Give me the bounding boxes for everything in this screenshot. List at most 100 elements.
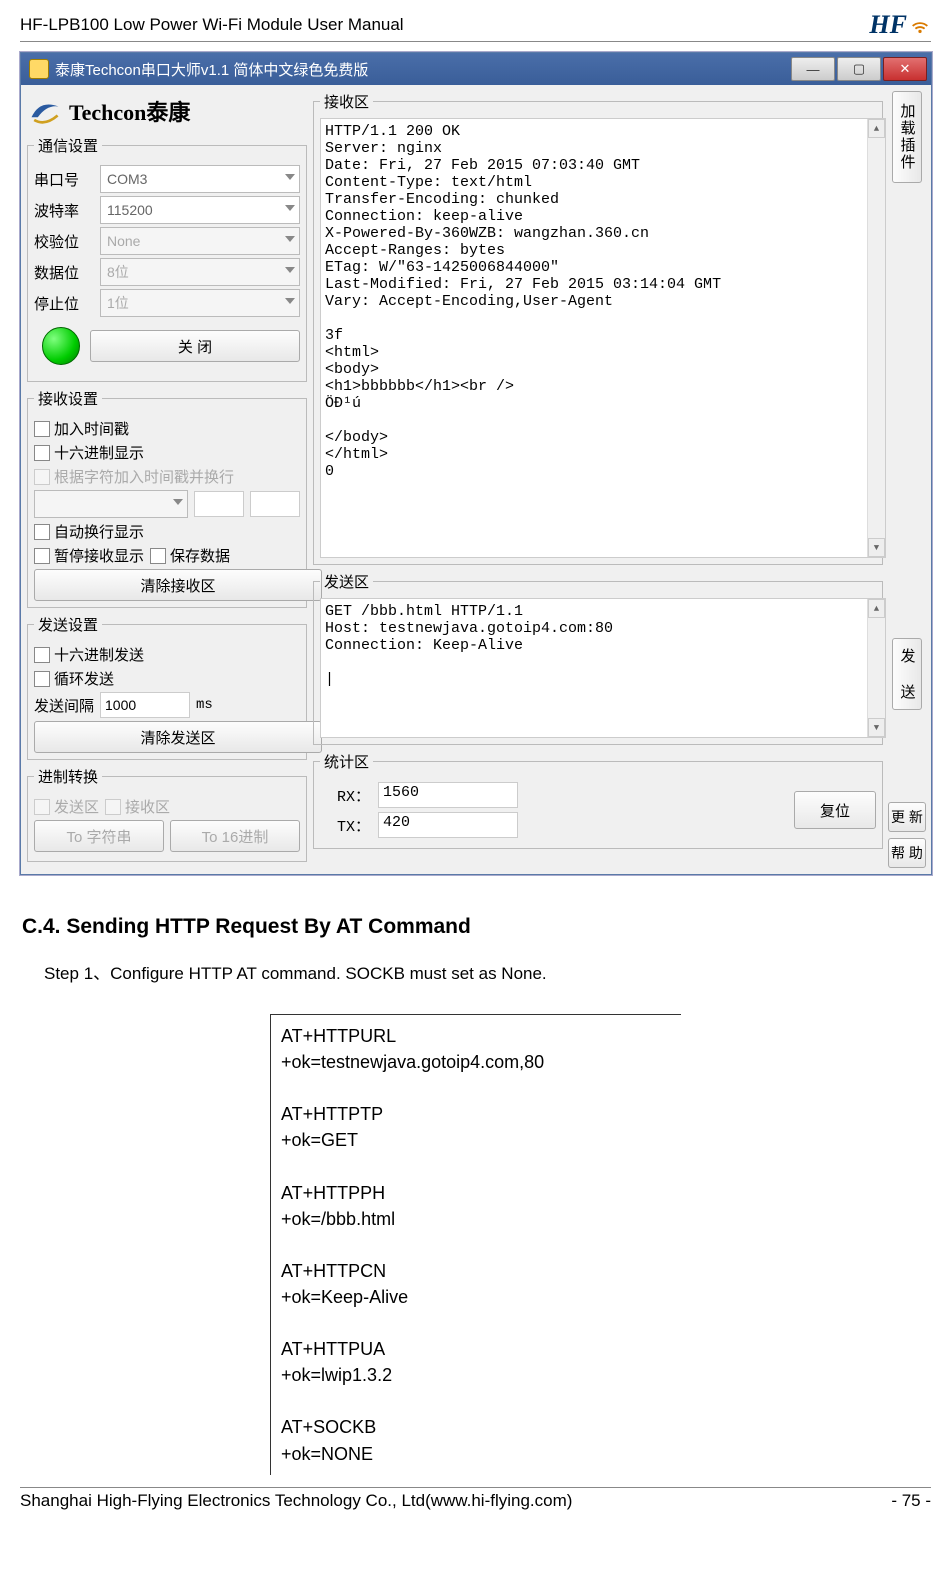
send-text: GET /bbb.html HTTP/1.1 Host: testnewjava… <box>325 603 613 688</box>
to-string-button: To 字符串 <box>34 820 164 852</box>
checkbox-icon <box>34 647 50 663</box>
chevron-down-icon <box>173 499 183 505</box>
chevron-down-icon <box>285 174 295 180</box>
interval-label: 发送间隔 <box>34 695 94 716</box>
to-hex-button: To 16进制 <box>170 820 300 852</box>
checkbox-icon <box>150 548 166 564</box>
brand-text: HF <box>869 10 907 40</box>
chk-timestamp-newline: 根据字符加入时间戳并换行 <box>34 466 300 487</box>
convert-group: 进制转换 发送区 接收区 To 字符串 To 16进制 <box>27 766 307 862</box>
rx-label: RX： <box>320 785 370 806</box>
load-plugin-button[interactable]: 加载插件 <box>892 91 922 183</box>
brand-logo: HF <box>869 10 931 40</box>
parity-value: None <box>107 233 140 249</box>
techcon-logo-text: Techcon泰康 <box>69 95 190 127</box>
tx-value: 420 <box>378 812 518 838</box>
send-textarea[interactable]: GET /bbb.html HTTP/1.1 Host: testnewjava… <box>320 598 886 738</box>
titlebar: 泰康Techcon串口大师v1.1 简体中文绿色免费版 — ▢ ✕ <box>21 53 931 85</box>
chk-timestamp[interactable]: 加入时间戳 <box>34 418 300 439</box>
char-input-2 <box>250 491 300 517</box>
recv-legend: 接收设置 <box>34 388 102 409</box>
baud-label: 波特率 <box>34 200 94 221</box>
chevron-down-icon <box>285 267 295 273</box>
interval-input[interactable] <box>100 692 190 718</box>
chk-conv-send: 发送区 <box>34 796 99 817</box>
clear-recv-button[interactable]: 清除接收区 <box>34 569 322 601</box>
minimize-button[interactable]: — <box>791 57 835 81</box>
reset-button[interactable]: 复位 <box>794 791 876 829</box>
send-button[interactable]: 发 送 <box>892 638 922 710</box>
update-button[interactable]: 更 新 <box>888 802 926 832</box>
footer-left: Shanghai High-Flying Electronics Technol… <box>20 1491 572 1511</box>
page-footer: Shanghai High-Flying Electronics Technol… <box>20 1487 931 1511</box>
port-close-button[interactable]: 关 闭 <box>90 330 300 362</box>
parity-label: 校验位 <box>34 231 94 252</box>
page-header: HF-LPB100 Low Power Wi-Fi Module User Ma… <box>20 10 931 42</box>
char-input-1 <box>194 491 244 517</box>
checkbox-icon <box>105 799 121 815</box>
comm-legend: 通信设置 <box>34 135 102 156</box>
header-title: HF-LPB100 Low Power Wi-Fi Module User Ma… <box>20 15 404 35</box>
chk-pause[interactable]: 暂停接收显示 <box>34 545 144 566</box>
tx-label: TX： <box>320 815 370 836</box>
checkbox-icon <box>34 799 50 815</box>
maximize-button[interactable]: ▢ <box>837 57 881 81</box>
chk-hex-send[interactable]: 十六进制发送 <box>34 644 300 665</box>
scrollbar[interactable]: ▲▼ <box>867 119 885 557</box>
chevron-down-icon <box>285 205 295 211</box>
scroll-up-icon[interactable]: ▲ <box>868 599 885 618</box>
chk-conv-recv: 接收区 <box>105 796 170 817</box>
scroll-down-icon[interactable]: ▼ <box>868 718 885 737</box>
recv-textarea[interactable]: HTTP/1.1 200 OK Server: nginx Date: Fri,… <box>320 118 886 558</box>
chevron-down-icon <box>285 236 295 242</box>
at-command-terminal: AT+HTTPURL +ok=testnewjava.gotoip4.com,8… <box>270 1014 681 1475</box>
port-value: COM3 <box>107 171 147 187</box>
clear-send-button[interactable]: 清除发送区 <box>34 721 322 753</box>
baud-value: 115200 <box>107 202 153 218</box>
app-window: 泰康Techcon串口大师v1.1 简体中文绿色免费版 — ▢ ✕ Techco… <box>20 52 932 875</box>
send-legend: 发送设置 <box>34 614 102 635</box>
stopbits-combo: 1位 <box>100 289 300 317</box>
scroll-down-icon[interactable]: ▼ <box>868 538 885 557</box>
convert-legend: 进制转换 <box>34 766 102 787</box>
close-button[interactable]: ✕ <box>883 57 927 81</box>
port-combo[interactable]: COM3 <box>100 165 300 193</box>
chk-loop[interactable]: 循环发送 <box>34 668 300 689</box>
window-title: 泰康Techcon串口大师v1.1 简体中文绿色免费版 <box>55 59 368 80</box>
checkbox-icon <box>34 421 50 437</box>
send-settings-group: 发送设置 十六进制发送 循环发送 发送间隔ms 清除发送区 <box>27 614 307 760</box>
chk-save[interactable]: 保存数据 <box>150 545 230 566</box>
checkbox-icon <box>34 524 50 540</box>
recv-area-legend: 接收区 <box>320 91 373 112</box>
wifi-icon <box>909 14 931 36</box>
chk-autowrap[interactable]: 自动换行显示 <box>34 521 300 542</box>
status-led-icon <box>42 327 80 365</box>
chk-hex-show[interactable]: 十六进制显示 <box>34 442 300 463</box>
baud-combo[interactable]: 115200 <box>100 196 300 224</box>
app-icon <box>29 59 49 79</box>
stats-legend: 统计区 <box>320 751 373 772</box>
chevron-down-icon <box>285 298 295 304</box>
port-label: 串口号 <box>34 169 94 190</box>
send-area-legend: 发送区 <box>320 571 373 592</box>
databits-label: 数据位 <box>34 262 94 283</box>
step-1-text: Step 1、Configure HTTP AT command. SOCKB … <box>44 959 931 984</box>
help-button[interactable]: 帮 助 <box>888 838 926 868</box>
send-area-group: 发送区 GET /bbb.html HTTP/1.1 Host: testnew… <box>313 571 883 745</box>
comm-settings-group: 通信设置 串口号 COM3 波特率 115200 校验位 None 数据位 8位 停止位… <box>27 135 307 382</box>
logo-area: Techcon泰康 <box>27 91 307 135</box>
recv-area-group: 接收区 HTTP/1.1 200 OK Server: nginx Date: … <box>313 91 883 565</box>
stats-group: 统计区 RX： 1560 TX： 420 复位 <box>313 751 883 849</box>
interval-unit: ms <box>196 697 213 713</box>
checkbox-icon <box>34 469 50 485</box>
recv-text: HTTP/1.1 200 OK Server: nginx Date: Fri,… <box>325 123 721 480</box>
rx-value: 1560 <box>378 782 518 808</box>
scrollbar[interactable]: ▲▼ <box>867 599 885 737</box>
scroll-up-icon[interactable]: ▲ <box>868 119 885 138</box>
recv-settings-group: 接收设置 加入时间戳 十六进制显示 根据字符加入时间戳并换行 自动换行显示 暂停… <box>27 388 307 608</box>
parity-combo: None <box>100 227 300 255</box>
stopbits-label: 停止位 <box>34 293 94 314</box>
checkbox-icon <box>34 548 50 564</box>
checkbox-icon <box>34 445 50 461</box>
databits-value: 8位 <box>107 262 129 282</box>
